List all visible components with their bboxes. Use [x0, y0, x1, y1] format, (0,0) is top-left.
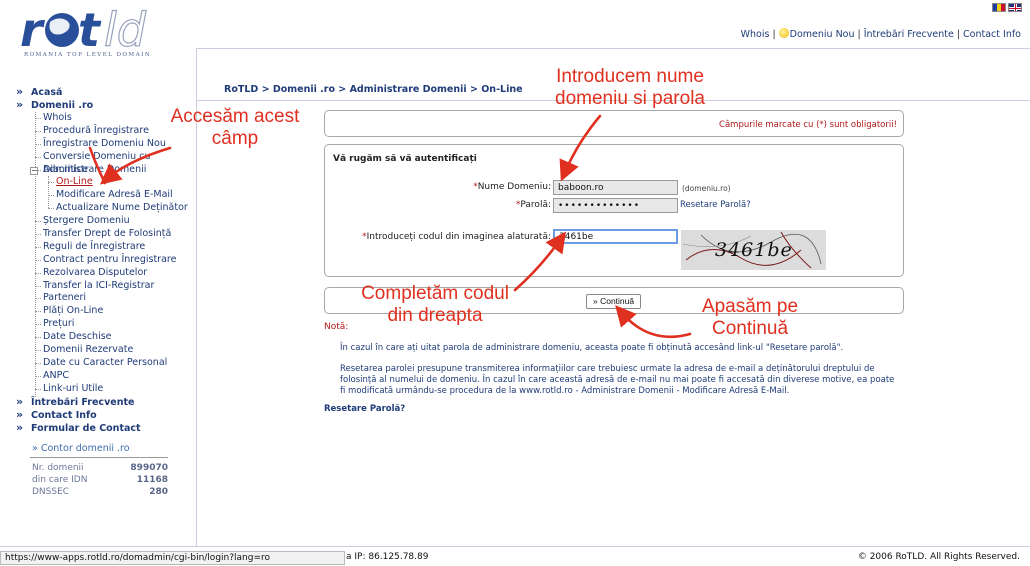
password-label: *Parolă: — [515, 200, 551, 210]
ip-address: a IP: 86.125.78.89 — [346, 552, 429, 562]
counter-value: 280 — [149, 487, 168, 497]
reset-password-link[interactable]: Resetare Parolă? — [680, 200, 751, 210]
domain-label: *Nume Domeniu: — [473, 182, 551, 192]
counter-row: din care IDN 11168 — [30, 474, 168, 486]
ro-flag-icon[interactable] — [992, 3, 1006, 12]
uk-flag-icon[interactable] — [1008, 3, 1022, 12]
note-paragraph-1: În cazul în care ați uitat parola de adm… — [340, 343, 844, 353]
bulb-icon — [778, 28, 789, 38]
sidebar-item-link-uri-utile[interactable]: Link-uri Utile — [16, 383, 196, 396]
sidebar-item-contract-inregistrare[interactable]: Contract pentru Înregistrare — [16, 254, 196, 267]
counter-value: 899070 — [130, 463, 168, 473]
arrow-icon — [615, 305, 692, 339]
sidebar-item-actualizare-nume-detinator[interactable]: Actualizare Nume Deținător — [16, 202, 196, 215]
sidebar-item-domenii-rezervate[interactable]: Domenii Rezervate — [16, 344, 196, 357]
counter-label: din care IDN — [32, 475, 88, 485]
sidebar-item-contact-info[interactable]: Contact Info — [16, 408, 196, 422]
captcha-image: 3461be — [681, 230, 826, 270]
counter-label: Nr. domenii — [32, 463, 84, 473]
captcha-input[interactable] — [553, 229, 678, 244]
collapse-icon[interactable]: − — [30, 166, 38, 175]
sidebar-item-parteneri[interactable]: Parteneri — [16, 292, 196, 305]
svg-text:ld: ld — [104, 4, 147, 54]
breadcrumb: RoTLD > Domenii .ro > Administrare Domen… — [224, 84, 523, 95]
copyright: © 2006 RoTLD. All Rights Reserved. — [857, 552, 1020, 562]
nav-whois[interactable]: Whois — [741, 29, 770, 40]
counter-title[interactable]: » Contor domenii .ro — [30, 443, 168, 458]
reset-password-bottom-link[interactable]: Resetare Parolă? — [324, 404, 405, 414]
sidebar-item-rezolvarea-disputelor[interactable]: Rezolvarea Disputelor — [16, 267, 196, 280]
svg-text:r: r — [20, 4, 46, 54]
sidebar-item-conversie-domeniu[interactable]: Conversie Domeniu cu Diacritice — [16, 151, 196, 175]
password-input[interactable] — [553, 198, 678, 213]
sidebar-item-administrare-domenii[interactable]: − Administrare Domenii — [16, 164, 196, 177]
sidebar-item-formular-contact[interactable]: Formular de Contact — [16, 421, 196, 435]
continue-button[interactable]: » Continuă — [586, 294, 642, 309]
sidebar-item-plati-online[interactable]: Plăți On-Line — [16, 305, 196, 318]
counter-row: Nr. domenii 899070 — [30, 462, 168, 474]
annotation-access-field: Accesăm acest câmp — [170, 106, 300, 149]
sidebar-item-stergere-domeniu[interactable]: Ștergere Domeniu — [16, 215, 196, 228]
sidebar-item-date-caracter-personal[interactable]: Date cu Caracter Personal — [16, 357, 196, 370]
counter-label: DNSSEC — [32, 487, 70, 497]
annotation-enter-domain: Introducem nume domeniu si parola — [555, 66, 705, 109]
sidebar-item-acasa[interactable]: Acasă — [16, 85, 196, 99]
sidebar-item-label: Administrare Domenii — [43, 163, 147, 175]
annotation-complete-code: Completăm codul din dreapta — [361, 283, 509, 326]
nav-intrebari-frecvente[interactable]: Întrebări Frecvente — [864, 29, 954, 40]
svg-text:t: t — [78, 4, 102, 54]
nav-domeniu-nou[interactable]: Domeniu Nou — [790, 29, 855, 40]
required-note-panel: Câmpurile marcate cu (*) sunt obligatori… — [324, 110, 904, 137]
header-divider — [196, 48, 1030, 49]
sidebar-item-preturi[interactable]: Prețuri — [16, 318, 196, 331]
required-note: Câmpurile marcate cu (*) sunt obligatori… — [719, 120, 897, 130]
note-paragraph-2: Resetarea parolei presupune transmiterea… — [340, 364, 895, 396]
footer-divider — [0, 546, 1030, 547]
counter-value: 11168 — [136, 475, 168, 485]
domain-hint: (domeniu.ro) — [682, 184, 731, 193]
sidebar-item-intrebari-frecvente[interactable]: Întrebări Frecvente — [16, 395, 196, 409]
sidebar-item-date-deschise[interactable]: Date Deschise — [16, 331, 196, 344]
sidebar-item-on-line[interactable]: On-Line — [16, 176, 196, 189]
sidebar-item-anpc[interactable]: ANPC — [16, 370, 196, 383]
top-navigation: Whois | Domeniu Nou | Întrebări Frecvente | Co… — [740, 28, 1021, 40]
auth-panel: Vă rugăm să vă autentificați *Nume Domen… — [324, 144, 904, 277]
logo-subtitle: ROMANIA TOP LEVEL DOMAIN — [24, 52, 152, 58]
browser-status-url: https://www-apps.rotld.ro/domadmin/cgi-b… — [0, 551, 345, 565]
sidebar-item-transfer-ici[interactable]: Transfer la ICI-Registrar — [16, 280, 196, 293]
annotation-press-continue: Apasăm pe Continuă — [701, 296, 799, 339]
counter-row: DNSSEC 280 — [30, 486, 168, 498]
note-label: Notă: — [324, 322, 349, 332]
captcha-text: 3461be — [715, 239, 793, 261]
captcha-label: *Introduceți codul din imaginea alaturat… — [362, 232, 551, 242]
sidebar-item-modificare-adresa-email[interactable]: Modificare Adresă E-Mail — [16, 189, 196, 202]
domain-counter: » Contor domenii .ro Nr. domenii 899070 d… — [30, 443, 168, 498]
sidebar-item-reguli-inregistrare[interactable]: Reguli de Înregistrare — [16, 241, 196, 254]
sidebar-item-transfer-drept[interactable]: Transfer Drept de Folosință — [16, 228, 196, 241]
nav-contact-info[interactable]: Contact Info — [963, 29, 1021, 40]
auth-title: Vă rugăm să vă autentificați — [333, 154, 477, 164]
domain-input[interactable] — [553, 180, 678, 195]
language-flags — [990, 3, 1022, 15]
